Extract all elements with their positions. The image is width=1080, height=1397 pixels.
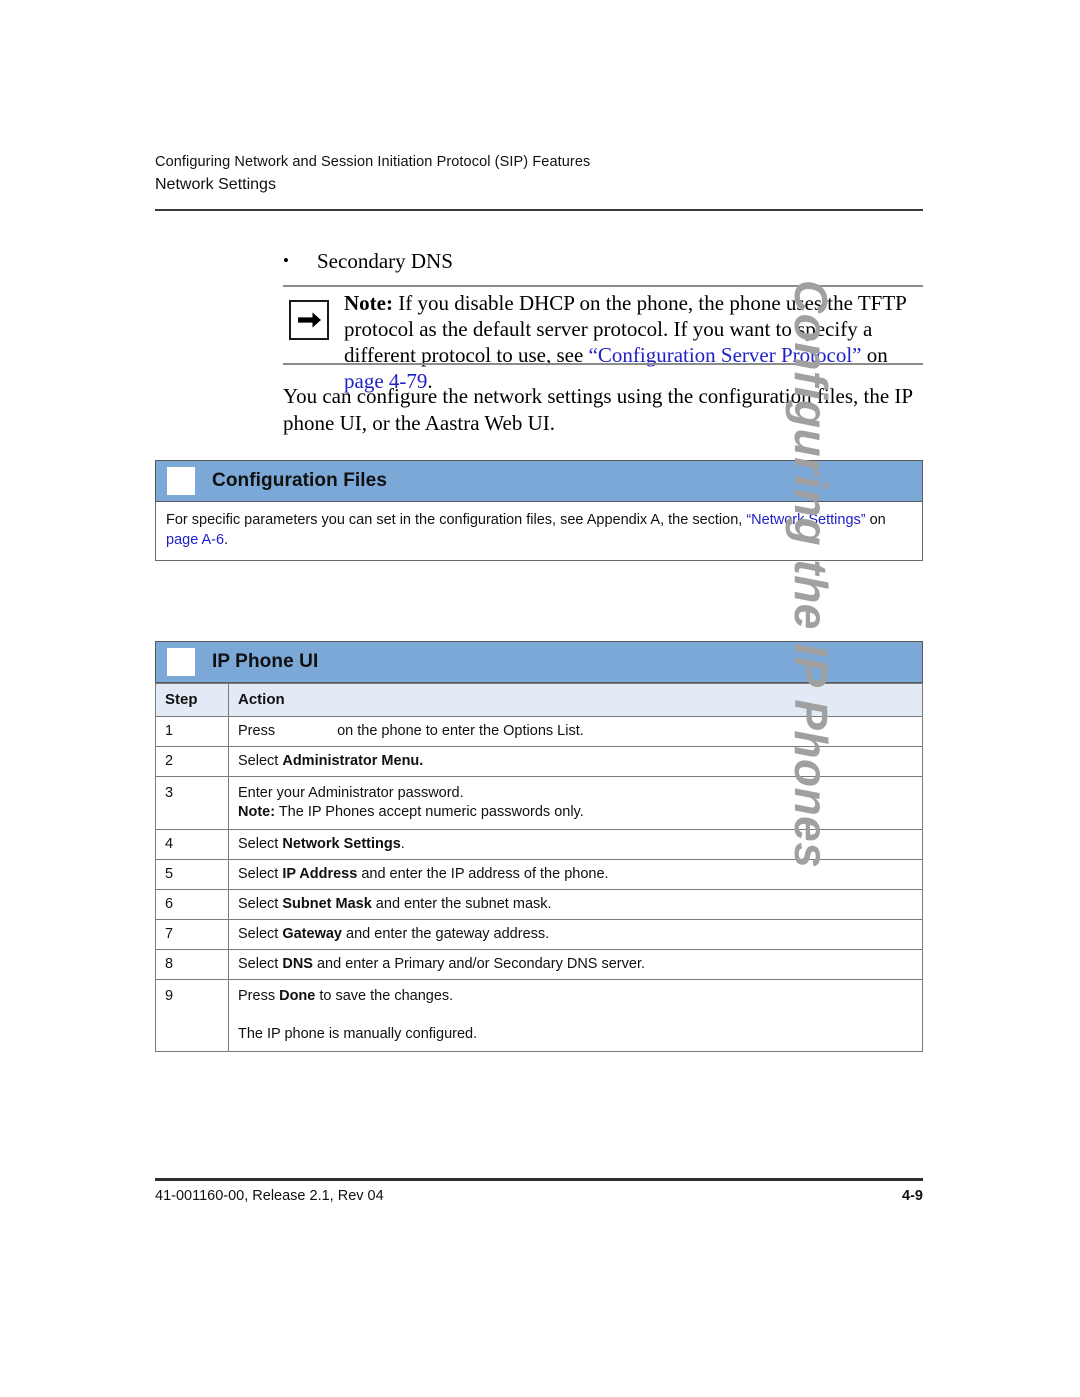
footer-page-number: 4-9 xyxy=(902,1188,923,1204)
action-emphasis: Network Settings xyxy=(282,836,401,852)
table-row: 8 Select DNS and enter a Primary and/or … xyxy=(155,949,923,980)
header-divider-rule xyxy=(155,209,923,211)
step-number: 4 xyxy=(155,829,229,860)
section-chip-icon xyxy=(167,648,195,676)
step-number: 3 xyxy=(155,776,229,830)
action-text-tail: and enter the gateway address. xyxy=(342,926,550,942)
step-number: 6 xyxy=(155,889,229,920)
bullet-label: Secondary DNS xyxy=(317,249,453,273)
step-action: Select DNS and enter a Primary and/or Se… xyxy=(228,949,923,980)
action-result-line: The IP phone is manually configured. xyxy=(238,1026,478,1042)
action-text-tail: and enter a Primary and/or Secondary DNS… xyxy=(312,956,646,972)
section-chip-icon xyxy=(167,467,195,495)
arrow-right-icon xyxy=(289,300,329,340)
step-number: 1 xyxy=(155,716,229,747)
action-text-tail: . xyxy=(400,836,405,852)
action-text: Select xyxy=(238,896,283,912)
action-text: Press xyxy=(238,988,280,1004)
chapter-title: Configuring Network and Session Initiati… xyxy=(155,154,591,170)
note-label: Note: xyxy=(344,291,393,315)
action-text-tail: and enter the subnet mask. xyxy=(371,896,552,912)
action-emphasis: Done xyxy=(279,988,316,1004)
action-text: Select xyxy=(238,926,283,942)
step-number: 7 xyxy=(155,919,229,950)
action-text-tail: and enter the IP address of the phone. xyxy=(357,866,609,882)
action-emphasis: Gateway xyxy=(282,926,342,942)
blank-spacer-line xyxy=(238,1006,914,1025)
action-emphasis: Administrator Menu. xyxy=(282,753,424,769)
ip-phone-ui-title: IP Phone UI xyxy=(212,651,319,672)
column-header-step: Step xyxy=(155,683,229,717)
action-text: Select xyxy=(238,753,283,769)
step-number: 5 xyxy=(155,859,229,890)
step-action: Select Subnet Mask and enter the subnet … xyxy=(228,889,923,920)
action-text-post: on the phone to enter the Options List. xyxy=(337,723,584,739)
page-header: Configuring Network and Session Initiati… xyxy=(155,152,923,196)
cf-text-part-2: on xyxy=(865,512,886,528)
action-text: Select xyxy=(238,836,283,852)
footer-divider-rule xyxy=(155,1178,923,1181)
action-emphasis: IP Address xyxy=(282,866,358,882)
action-emphasis: DNS xyxy=(282,956,313,972)
section-title: Network Settings xyxy=(155,176,276,193)
cf-text-part-1: For specific parameters you can set in t… xyxy=(166,512,747,528)
action-text: Select xyxy=(238,866,283,882)
action-note-label: Note: xyxy=(238,804,276,820)
action-text: Select xyxy=(238,956,283,972)
step-action: Press Done to save the changes. The IP p… xyxy=(228,979,923,1052)
document-page: Configuring Network and Session Initiati… xyxy=(0,0,1080,1397)
bullet-list-item: • Secondary DNS xyxy=(283,247,923,275)
vertical-chapter-tab: Configuring the IP Phones xyxy=(785,280,837,869)
bullet-marker: • xyxy=(283,251,289,270)
table-row: 6 Select Subnet Mask and enter the subne… xyxy=(155,889,923,920)
step-action: Select Gateway and enter the gateway add… xyxy=(228,919,923,950)
action-line: Press Done to save the changes. xyxy=(238,987,914,1006)
step-number: 9 xyxy=(155,979,229,1052)
cf-crossref-page[interactable]: page A-6 xyxy=(166,532,224,548)
action-note-text: The IP Phones accept numeric passwords o… xyxy=(275,804,584,820)
step-number: 2 xyxy=(155,746,229,777)
action-text-pre: Press xyxy=(238,723,276,739)
table-row: 9 Press Done to save the changes. The IP… xyxy=(155,979,923,1052)
table-row: 7 Select Gateway and enter the gateway a… xyxy=(155,919,923,950)
action-text-tail: to save the changes. xyxy=(315,988,454,1004)
cf-text-part-3: . xyxy=(224,532,229,548)
step-number: 8 xyxy=(155,949,229,980)
action-emphasis: Subnet Mask xyxy=(282,896,372,912)
configuration-files-title: Configuration Files xyxy=(212,470,388,491)
